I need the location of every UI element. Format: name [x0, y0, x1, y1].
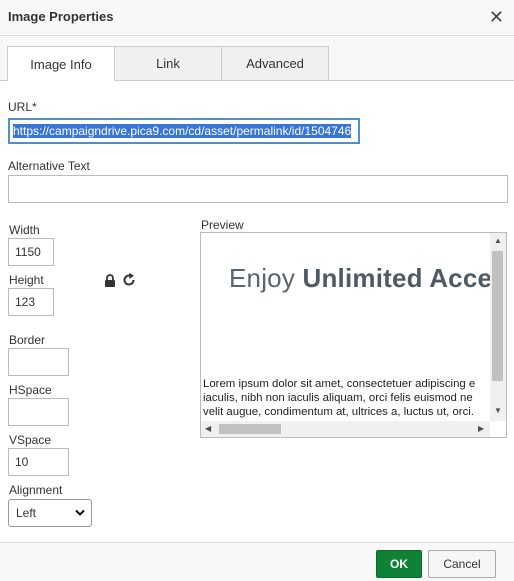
- alignment-label: Alignment: [9, 483, 63, 497]
- scroll-down-icon[interactable]: ▼: [494, 407, 502, 415]
- hspace-input[interactable]: [8, 398, 69, 426]
- height-label: Height: [9, 273, 44, 287]
- alignment-select[interactable]: Left: [8, 499, 92, 527]
- chevron-down-icon: [75, 509, 85, 516]
- cancel-button[interactable]: Cancel: [428, 550, 496, 578]
- preview-lorem-text: Lorem ipsum dolor sit amet, consectetuer…: [203, 377, 489, 419]
- scroll-up-icon[interactable]: ▲: [494, 237, 502, 245]
- width-input[interactable]: 1150: [8, 238, 54, 266]
- tab-image-info[interactable]: Image Info: [7, 46, 115, 81]
- scroll-left-icon[interactable]: ◀: [205, 425, 211, 433]
- url-value: https://campaigndrive.pica9.com/cd/asset…: [13, 124, 352, 138]
- preview-pane: Enjoy Unlimited Access Lorem ipsum dolor…: [200, 232, 507, 438]
- border-input[interactable]: [8, 348, 69, 376]
- height-input[interactable]: 123: [8, 288, 54, 316]
- tab-bar: Image Info Link Advanced: [0, 36, 514, 81]
- vertical-scroll-thumb[interactable]: [492, 251, 503, 381]
- url-input[interactable]: https://campaigndrive.pica9.com/cd/asset…: [8, 118, 360, 144]
- preview-line: velit augue, condimentum at, ultrices a,…: [203, 406, 474, 418]
- lock-icon[interactable]: [104, 274, 116, 287]
- dialog-footer: OK Cancel: [0, 542, 514, 581]
- scroll-right-icon[interactable]: ▶: [478, 425, 484, 433]
- horizontal-scroll-thumb[interactable]: [219, 424, 281, 434]
- preview-line: Lorem ipsum dolor sit amet, consectetuer…: [203, 378, 476, 390]
- dialog-titlebar: Image Properties ✕: [0, 0, 514, 36]
- hspace-label: HSpace: [9, 383, 52, 397]
- preview-banner-bold: Unlimited Access: [302, 263, 507, 293]
- alt-text-label: Alternative Text: [8, 159, 90, 173]
- url-label: URL*: [8, 100, 37, 114]
- vspace-label: VSpace: [9, 433, 52, 447]
- close-icon[interactable]: ✕: [489, 7, 504, 27]
- tab-link[interactable]: Link: [114, 46, 222, 80]
- preview-label: Preview: [201, 218, 244, 232]
- alignment-value: Left: [16, 506, 37, 520]
- ok-button[interactable]: OK: [376, 550, 422, 578]
- vspace-input[interactable]: 10: [8, 448, 69, 476]
- preview-image: Enjoy Unlimited Access: [229, 263, 507, 294]
- alt-text-input[interactable]: [8, 175, 508, 203]
- preview-horizontal-scrollbar[interactable]: ◀ ▶: [201, 421, 490, 437]
- reset-size-icon[interactable]: [122, 273, 136, 287]
- preview-vertical-scrollbar[interactable]: ▲ ▼: [490, 233, 506, 421]
- preview-banner-light: Enjoy: [229, 263, 296, 293]
- border-label: Border: [9, 333, 46, 347]
- tab-advanced[interactable]: Advanced: [221, 46, 329, 80]
- dialog-title: Image Properties: [8, 9, 114, 24]
- preview-line: iaculis, nibh non iaculis aliquam, orci …: [203, 392, 473, 404]
- width-label: Width: [9, 223, 40, 237]
